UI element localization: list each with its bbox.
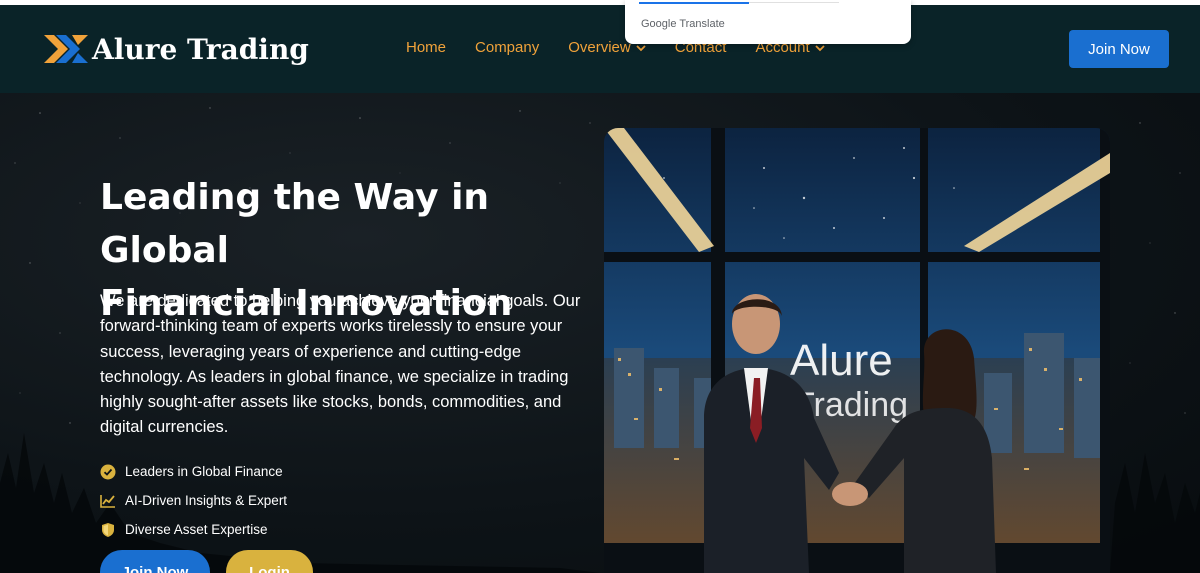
nav-overview-label: Overview (568, 39, 631, 56)
hero-join-button[interactable]: Join Now (100, 550, 210, 573)
nav-company[interactable]: Company (475, 39, 539, 56)
check-circle-icon (100, 464, 116, 479)
feature-item: AI-Driven Insights & Expert (100, 486, 287, 515)
chevron-down-icon (815, 44, 825, 51)
google-translate-popup[interactable]: Google Translate (625, 0, 911, 44)
translate-progress-track (749, 2, 839, 3)
brand-logo[interactable]: Alure Trading (42, 29, 309, 69)
hero-section: Leading the Way in Global Financial Inno… (0, 93, 1200, 573)
shield-icon (102, 522, 114, 537)
image-sign-line1: Alure (790, 336, 893, 385)
chevron-down-icon (636, 44, 646, 51)
feature-text: AI-Driven Insights & Expert (125, 493, 288, 508)
google-translate-label: Google Translate (641, 18, 725, 30)
feature-list: Leaders in Global Finance AI-Driven Insi… (100, 457, 287, 544)
translate-progress-bar (639, 2, 749, 4)
feature-text: Diverse Asset Expertise (125, 522, 268, 537)
hero-description: We are dedicated to helping you achieve … (100, 292, 581, 437)
feature-item: Diverse Asset Expertise (100, 515, 287, 544)
header-join-button[interactable]: Join Now (1069, 30, 1169, 68)
nav-home[interactable]: Home (406, 39, 446, 56)
feature-text: Leaders in Global Finance (125, 464, 283, 479)
logo-mark-icon (44, 35, 88, 63)
hero-image: Alure Trading (604, 128, 1110, 573)
chart-line-icon (100, 494, 115, 508)
nav-company-label: Company (475, 39, 540, 56)
hero-title-line1: Leading the Way in Global (100, 177, 490, 271)
nav-home-label: Home (406, 39, 447, 56)
site-header: Alure Trading Home Company Overview Cont… (0, 5, 1200, 93)
office-handshake-illustration: Alure Trading (604, 128, 1110, 573)
brand-name: Alure Trading (92, 32, 309, 66)
hero-login-button[interactable]: Login (226, 550, 313, 573)
feature-item: Leaders in Global Finance (100, 457, 287, 486)
